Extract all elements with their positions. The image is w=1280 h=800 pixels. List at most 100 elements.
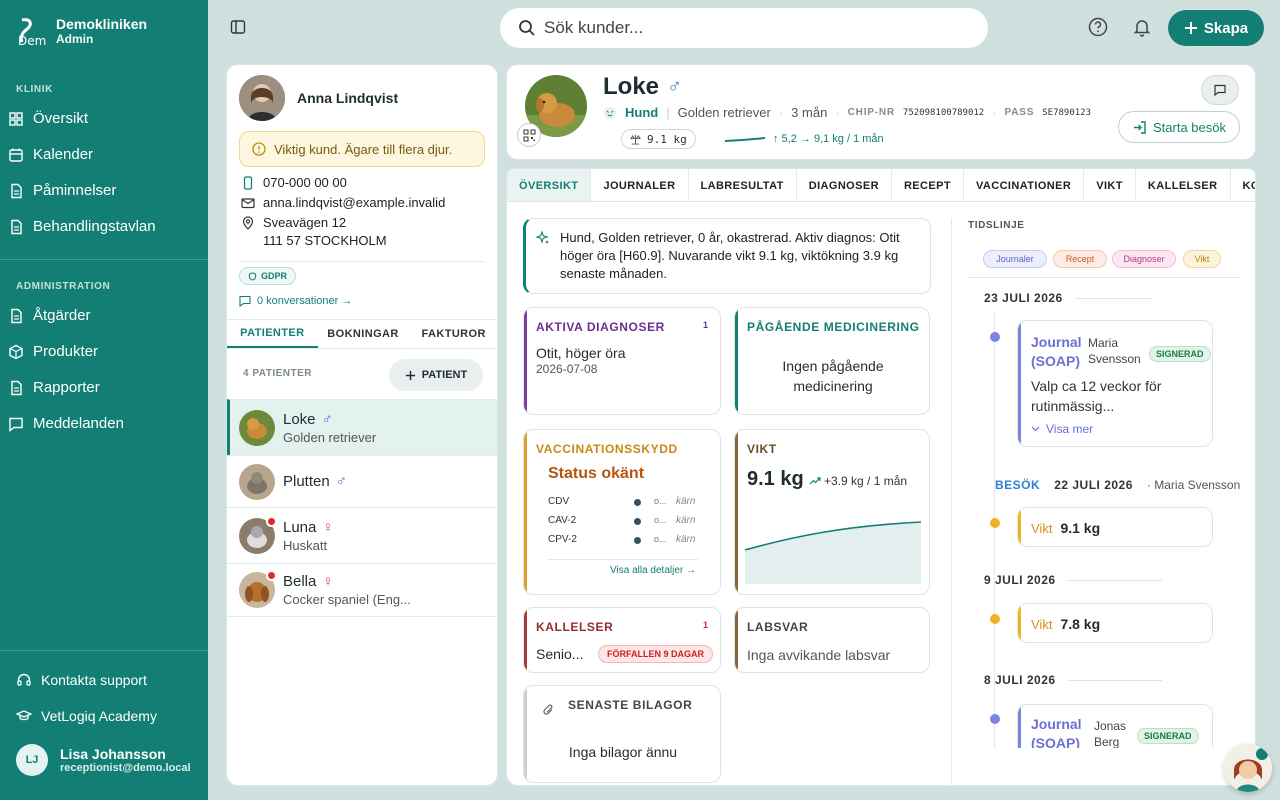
sidebar-item-paminnelser[interactable]: Påminnelser — [8, 176, 200, 206]
tab-labresultat[interactable]: LABRESULTAT — [689, 169, 797, 201]
qr-code-button[interactable] — [517, 123, 541, 147]
divider — [548, 559, 698, 560]
patient-name: Loke ♂ — [603, 73, 682, 101]
tab-bokningar[interactable]: BOKNINGAR — [318, 320, 409, 348]
email-text: anna.lindqvist@example.invalid — [263, 195, 446, 210]
user-name: Lisa Johansson — [60, 746, 166, 762]
card-title: LABSVAR — [747, 620, 809, 634]
sidebar-toggle-icon[interactable] — [230, 19, 246, 35]
vaccine-name: CPV-2 — [548, 534, 577, 545]
sidebar-item-atgarder[interactable]: Åtgärder — [8, 301, 200, 331]
sidebar-item-label: Produkter — [33, 343, 99, 360]
card-medication[interactable]: PÅGÅENDE MEDICINERING Ingen pågående med… — [734, 307, 930, 415]
add-patient-button[interactable]: PATIENT — [389, 359, 483, 391]
weight-trend: ↑ 5,2 → 9,1 kg / 1 mån — [725, 133, 884, 145]
patient-header: Loke ♂ Hund | Golden retriever · 3 mån ·… — [506, 64, 1256, 160]
diagnosis-date: 2026-07-08 — [536, 362, 598, 376]
assistant-avatar-button[interactable] — [1224, 744, 1272, 792]
date-label: 23 JULI 2026 — [984, 291, 1063, 305]
signed-badge: SIGNERAD — [1149, 346, 1211, 362]
tab-oversikt[interactable]: ÖVERSIKT — [507, 169, 592, 201]
owner-phone[interactable]: 070-000 00 00 — [241, 175, 347, 190]
clinic-name: Demokliniken — [56, 16, 148, 32]
card-lab-results[interactable]: LABSVAR Inga avvikande labsvar — [734, 607, 930, 673]
weight-chart — [745, 521, 921, 584]
vaccine-status: o... — [654, 515, 667, 525]
patient-row-bella[interactable]: Bella ♀ Cocker spaniel (Eng... — [227, 563, 497, 617]
timeline-journal-entry[interactable]: Journal (SOAP) Jonas Berg SIGNERAD — [1017, 704, 1213, 748]
vaccine-name: CDV — [548, 496, 570, 507]
timeline-date: 23 JULI 2026 — [984, 291, 1153, 305]
tab-journaler[interactable]: JOURNALER — [591, 169, 689, 201]
card-weight[interactable]: VIKT 9.1 kg +3.9 kg / 1 mån — [734, 429, 930, 595]
owner-header[interactable]: Anna Lindqvist — [239, 75, 398, 121]
brand[interactable]: Dem Demokliniken Admin — [16, 16, 147, 46]
pet-avatar — [239, 409, 275, 446]
bell-icon[interactable] — [1132, 17, 1152, 37]
card-active-diagnoses[interactable]: AKTIVA DIAGNOSER 1 Otit, höger öra 2026-… — [523, 307, 721, 415]
sidebar-item-rapporter[interactable]: Rapporter — [8, 373, 200, 403]
vaccine-name: CAV-2 — [548, 515, 577, 526]
sidebar-item-produkter[interactable]: Produkter — [8, 337, 200, 367]
search-input[interactable] — [544, 18, 944, 38]
owner-tabs: PATIENTER BOKNINGAR FAKTUROR — [227, 319, 497, 349]
patient-row-loke[interactable]: Loke ♂ Golden retriever — [227, 399, 497, 455]
sex-icon: ♂ — [667, 75, 683, 98]
sidebar-item-support[interactable]: Kontakta support — [16, 665, 208, 695]
timeline-date: 9 JULI 2026 — [984, 573, 1162, 587]
patient-tabs: ÖVERSIKT JOURNALER LABRESULTAT DIAGNOSER… — [506, 168, 1256, 202]
card-attachments[interactable]: SENASTE BILAGOR Inga bilagor ännu — [523, 685, 721, 783]
timeline-journal-entry[interactable]: Journal (SOAP) Maria Svensson SIGNERAD V… — [1017, 320, 1213, 447]
tab-kallelser[interactable]: KALLELSER — [1136, 169, 1231, 201]
filter-chip-vikt[interactable]: Vikt — [1183, 250, 1221, 268]
sidebar-item-label: Meddelanden — [33, 415, 124, 432]
conversations-label: 0 konversationer → — [257, 295, 353, 307]
tab-patienter[interactable]: PATIENTER — [227, 320, 318, 348]
vaccine-type: kärn — [676, 515, 696, 526]
patient-row-luna[interactable]: Luna ♀ Huskatt — [227, 507, 497, 563]
patient-row-plutten[interactable]: Plutten ♂ — [227, 455, 497, 507]
phone-text: 070-000 00 00 — [263, 175, 347, 190]
document-icon — [11, 183, 22, 199]
card-recalls[interactable]: KALLELSER 1 Senio... FÖRFALLEN 9 DAGAR — [523, 607, 721, 673]
timeline-weight-entry[interactable]: Vikt 9.1 kg — [1017, 507, 1213, 547]
show-details-link[interactable]: Visa alla detaljer → — [610, 565, 696, 576]
help-icon[interactable] — [1088, 17, 1108, 37]
user-card[interactable]: LJ Lisa Johansson receptionist@demo.loca… — [16, 744, 191, 776]
sidebar-item-meddelanden[interactable]: Meddelanden — [8, 409, 200, 439]
show-more-link[interactable]: Visa mer — [1031, 422, 1093, 436]
card-title: SENASTE BILAGOR — [568, 698, 693, 712]
tab-recept[interactable]: RECEPT — [892, 169, 964, 201]
timeline-dot — [990, 518, 1000, 528]
vaccine-row: CDV o... kärn — [548, 496, 698, 507]
create-button[interactable]: Skapa — [1168, 10, 1264, 46]
sidebar-item-oversikt[interactable]: Översikt — [8, 104, 200, 134]
tab-diagnoser[interactable]: DIAGNOSER — [797, 169, 892, 201]
weight-pill[interactable]: 9.1 kg — [621, 129, 696, 149]
info-icon — [252, 142, 266, 156]
sidebar-item-academy[interactable]: VetLogiq Academy — [16, 701, 208, 731]
column-divider — [951, 218, 952, 786]
tab-fakturor[interactable]: FAKTUROR — [408, 320, 497, 348]
card-vaccination[interactable]: VACCINATIONSSKYDD Status okänt CDV o... kä… — [523, 429, 721, 595]
sidebar-item-behandlingstavlan[interactable]: Behandlingstavlan — [8, 212, 200, 242]
tab-vikt[interactable]: VIKT — [1084, 169, 1136, 201]
weight-delta-text: +3.9 kg / 1 mån — [824, 474, 908, 488]
tab-kostnads[interactable]: KOSTNADS — [1231, 169, 1256, 201]
sidebar-item-label: Behandlingstavlan — [33, 218, 156, 235]
gdpr-badge[interactable]: GDPR — [239, 267, 297, 285]
tab-vaccinationer[interactable]: VACCINATIONER — [964, 169, 1085, 201]
filter-chip-recept[interactable]: Recept — [1053, 250, 1107, 268]
svg-text:Dem: Dem — [18, 34, 46, 46]
owner-email[interactable]: anna.lindqvist@example.invalid — [241, 195, 445, 210]
signed-badge: SIGNERAD — [1137, 728, 1199, 744]
graduation-cap-icon — [16, 710, 32, 721]
start-visit-button[interactable]: Starta besök — [1118, 111, 1240, 143]
conversations-link[interactable]: 0 konversationer → — [239, 295, 352, 307]
search-bar[interactable] — [500, 8, 988, 48]
timeline-weight-entry[interactable]: Vikt 7.8 kg — [1017, 603, 1213, 643]
filter-chip-journaler[interactable]: Journaler — [983, 250, 1047, 268]
filter-chip-diagnoser[interactable]: Diagnoser — [1112, 250, 1176, 268]
sidebar-item-kalender[interactable]: Kalender — [8, 140, 200, 170]
chat-button[interactable] — [1201, 75, 1239, 105]
